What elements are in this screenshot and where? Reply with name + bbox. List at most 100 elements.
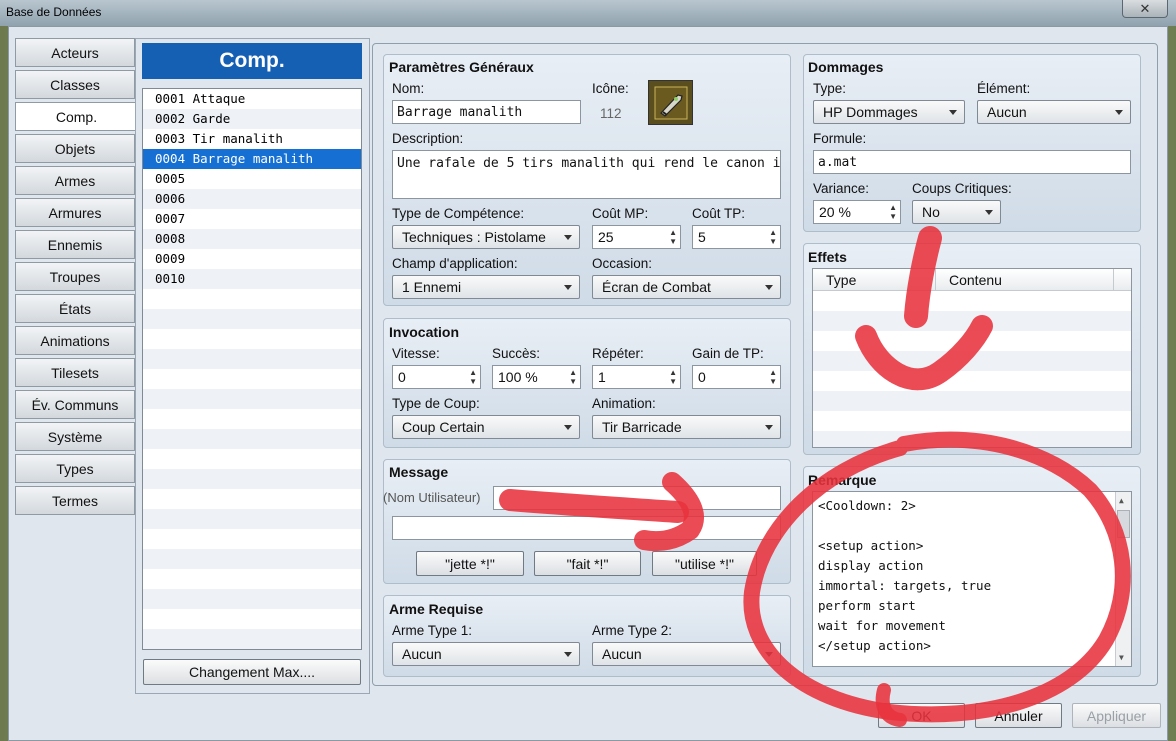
nav-classes[interactable]: Classes	[15, 70, 135, 99]
list-item[interactable]: 0003 Tir manalith	[143, 129, 361, 149]
effects-col-content: Contenu	[949, 272, 1002, 288]
chevron-down-icon	[765, 285, 773, 290]
critical-select[interactable]: No	[912, 200, 1001, 224]
nav-tilesets[interactable]: Tilesets	[15, 358, 135, 387]
element-select[interactable]: Aucun	[977, 100, 1131, 124]
do-message-button[interactable]: "fait *!"	[534, 551, 641, 576]
use-message-button[interactable]: "utilise *!"	[652, 551, 757, 576]
weapon-type2-label: Arme Type 2:	[592, 623, 673, 638]
nav-types[interactable]: Types	[15, 454, 135, 483]
name-label: Nom:	[392, 81, 425, 96]
stepper-arrows-icon[interactable]: ▲ ▼	[469, 368, 477, 386]
repeat-stepper[interactable]: 1 ▲ ▼	[592, 365, 681, 389]
effects-title: Effets	[808, 249, 847, 265]
list-item[interactable]: 0008	[143, 229, 361, 249]
hit-type-select[interactable]: Coup Certain	[392, 415, 580, 439]
stepper-arrows-icon[interactable]: ▲ ▼	[669, 228, 677, 246]
nav-armes[interactable]: Armes	[15, 166, 135, 195]
chevron-down-icon	[765, 652, 773, 657]
change-max-button[interactable]: Changement Max....	[143, 659, 361, 685]
chevron-down-icon	[765, 425, 773, 430]
empty-row	[143, 469, 361, 489]
tp-gain-stepper[interactable]: 0 ▲ ▼	[692, 365, 781, 389]
stepper-arrows-icon[interactable]: ▲ ▼	[769, 228, 777, 246]
formula-input[interactable]: a.mat	[813, 150, 1131, 174]
scroll-thumb[interactable]	[1117, 510, 1130, 538]
damage-type-select[interactable]: HP Dommages	[813, 100, 965, 124]
success-value: 100 %	[498, 369, 538, 385]
cancel-button[interactable]: Annuler	[975, 703, 1062, 728]
list-item[interactable]: 0002 Garde	[143, 109, 361, 129]
nav-armures[interactable]: Armures	[15, 198, 135, 227]
list-item[interactable]: 0010	[143, 269, 361, 289]
nav-etats[interactable]: États	[15, 294, 135, 323]
message-line1-input[interactable]	[493, 486, 781, 510]
success-label: Succès:	[492, 346, 541, 361]
list-item[interactable]: 0007	[143, 209, 361, 229]
nav-systeme[interactable]: Système	[15, 422, 135, 451]
animation-select[interactable]: Tir Barricade	[592, 415, 781, 439]
occasion-label: Occasion:	[592, 256, 653, 271]
skill-list[interactable]: 0001 Attaque 0002 Garde 0003 Tir manalit…	[142, 88, 362, 650]
occasion-select[interactable]: Écran de Combat	[592, 275, 781, 299]
nav-objets[interactable]: Objets	[15, 134, 135, 163]
scroll-down-icon[interactable]: ▼	[1119, 653, 1124, 662]
weapon-type1-select[interactable]: Aucun	[392, 642, 580, 666]
nav-ev-communs[interactable]: Év. Communs	[15, 390, 135, 419]
stepper-arrows-icon[interactable]: ▲ ▼	[769, 368, 777, 386]
element-label: Élément:	[977, 81, 1031, 96]
close-button[interactable]: ✕	[1122, 0, 1168, 18]
name-input[interactable]: Barrage manalith	[392, 100, 581, 124]
effects-table-header: Type Contenu	[813, 269, 1131, 291]
title-bar: Base de Données ✕	[0, 0, 1176, 26]
chevron-down-icon	[949, 110, 957, 115]
note-scrollbar[interactable]: ▲ ▼	[1115, 492, 1131, 666]
stepper-arrows-icon[interactable]: ▲ ▼	[889, 203, 897, 221]
weapon-type2-select[interactable]: Aucun	[592, 642, 781, 666]
variance-stepper[interactable]: 20 % ▲ ▼	[813, 200, 901, 224]
success-stepper[interactable]: 100 % ▲ ▼	[492, 365, 581, 389]
empty-row	[143, 489, 361, 509]
skill-icon-picker[interactable]	[648, 80, 693, 125]
list-item-selected[interactable]: 0004 Barrage manalith	[143, 149, 361, 169]
list-item[interactable]: 0005	[143, 169, 361, 189]
list-item[interactable]: 0009	[143, 249, 361, 269]
description-input[interactable]: Une rafale de 5 tirs manalith qui rend l…	[392, 150, 781, 199]
nav-comp[interactable]: Comp.	[15, 102, 137, 131]
ok-button[interactable]: OK	[878, 703, 965, 728]
note-textarea[interactable]: <Cooldown: 2> <setup action> display act…	[812, 491, 1132, 667]
nav-troupes[interactable]: Troupes	[15, 262, 135, 291]
description-label: Description:	[392, 131, 464, 146]
nav-ennemis[interactable]: Ennemis	[15, 230, 135, 259]
damage-title: Dommages	[808, 59, 884, 75]
list-item[interactable]: 0001 Attaque	[143, 89, 361, 109]
scroll-up-icon[interactable]: ▲	[1119, 496, 1124, 505]
nav-acteurs[interactable]: Acteurs	[15, 38, 135, 67]
tp-cost-stepper[interactable]: 5 ▲ ▼	[692, 225, 781, 249]
note-line: <setup action>	[818, 538, 924, 553]
chevron-down-icon	[564, 425, 572, 430]
stepper-arrows-icon[interactable]: ▲ ▼	[569, 368, 577, 386]
element-value: Aucun	[987, 104, 1027, 120]
mp-cost-stepper[interactable]: 25 ▲ ▼	[592, 225, 681, 249]
effects-table-body[interactable]	[813, 291, 1131, 447]
empty-row	[143, 449, 361, 469]
throw-message-button[interactable]: "jette *!"	[416, 551, 524, 576]
list-item[interactable]: 0006	[143, 189, 361, 209]
empty-row	[143, 369, 361, 389]
nav-animations[interactable]: Animations	[15, 326, 135, 355]
scope-select[interactable]: 1 Ennemi	[392, 275, 580, 299]
mp-cost-label: Coût MP:	[592, 206, 649, 221]
skill-type-select[interactable]: Techniques : Pistolame	[392, 225, 580, 249]
apply-button[interactable]: Appliquer	[1072, 703, 1161, 728]
effects-table[interactable]: Type Contenu	[812, 268, 1132, 448]
note-line: wait for movement	[818, 618, 946, 633]
message-title: Message	[389, 464, 449, 480]
nav-termes[interactable]: Termes	[15, 486, 135, 515]
empty-row	[143, 549, 361, 569]
stepper-arrows-icon[interactable]: ▲ ▼	[669, 368, 677, 386]
occasion-value: Écran de Combat	[602, 279, 711, 295]
speed-stepper[interactable]: 0 ▲ ▼	[392, 365, 481, 389]
note-line: immortal: targets, true	[818, 578, 992, 593]
message-line2-input[interactable]	[392, 516, 781, 540]
